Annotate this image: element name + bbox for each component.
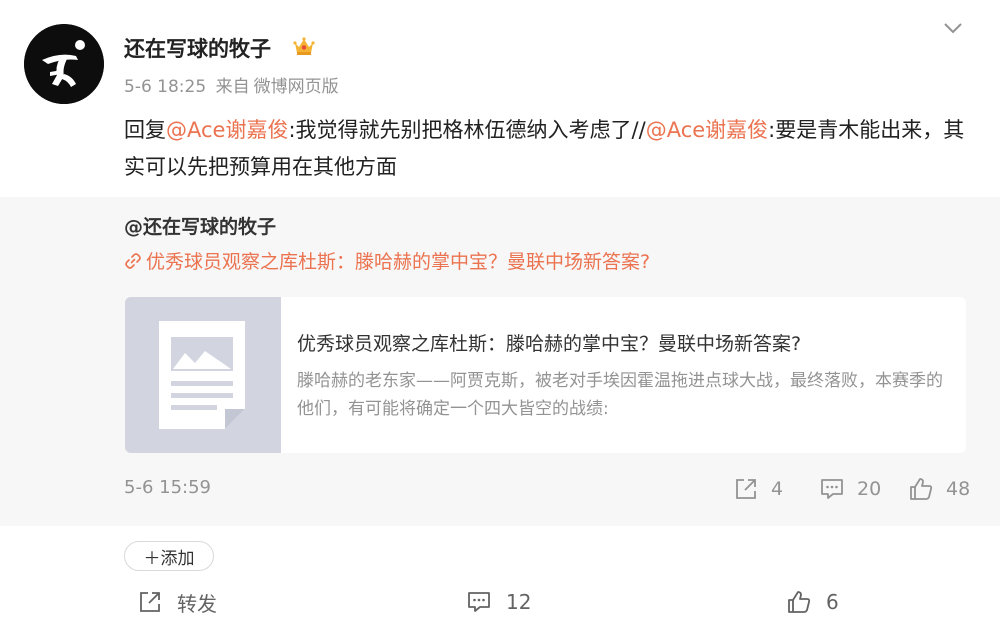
share-icon [140,592,160,612]
original-author[interactable]: @还在写球的牧子 [124,212,276,239]
article-link[interactable]: 优秀球员观察之库杜斯：滕哈赫的掌中宝？曼联中场新答案? [124,247,650,274]
avatar[interactable] [24,24,104,104]
crown-badge-icon [293,37,315,55]
thumbs-up-icon [788,591,811,613]
original-like-count: 48 [946,478,971,500]
link-icon [125,253,141,269]
chevron-down-icon[interactable] [942,20,964,36]
article-thumbnail [125,297,281,453]
comment-count: 12 [506,590,532,614]
author-name[interactable]: 还在写球的牧子 [124,33,271,63]
repost-label: 转发 [177,591,217,616]
article-title: 优秀球员观察之库杜斯：滕哈赫的掌中宝？曼联中场新答案? [297,333,802,355]
comment-icon [468,592,490,612]
reply-prefix: 回复 [124,118,166,142]
runner-logo-icon [24,24,104,104]
source-prefix: 来自 [215,77,250,97]
original-post-time[interactable]: 5-6 15:59 [124,477,211,498]
original-comment-count: 20 [857,478,882,500]
original-like-button[interactable]: 48 [908,476,970,502]
mention-link[interactable]: @Ace谢嘉俊 [166,118,288,142]
article-card[interactable]: 优秀球员观察之库杜斯：滕哈赫的掌中宝？曼联中场新答案? 滕哈赫的老东家——阿贾克… [125,297,966,453]
original-comment-button[interactable]: 20 [819,476,881,502]
article-description: 滕哈赫的老东家——阿贾克斯，被老对手埃因霍温拖进点球大战，最终落败，本赛季的他们… [297,371,943,419]
post-text: 回复@Ace谢嘉俊:我觉得就先别把格林伍德纳入考虑了//@Ace谢嘉俊:要是青木… [124,112,974,186]
post-meta: 5-6 18:25 来自 微博网页版 [124,72,343,97]
like-count: 6 [826,590,839,614]
post-time[interactable]: 5-6 18:25 [124,77,206,97]
document-placeholder-icon [125,297,281,453]
mention-link[interactable]: @Ace谢嘉俊 [646,118,768,142]
article-link-text: 优秀球员观察之库杜斯：滕哈赫的掌中宝？曼联中场新答案? [146,251,651,273]
original-repost-count: 4 [771,478,784,500]
repost-button[interactable]: 转发 [137,588,217,616]
post-source: 微博网页版 [253,77,339,97]
thumbs-up-icon [910,478,933,500]
share-icon [736,479,756,499]
comment-icon [821,479,843,499]
post-text-segment: :我觉得就先别把格林伍德纳入考虑了// [288,118,646,142]
add-button[interactable]: ＋添加 [124,541,214,571]
like-button[interactable]: 6 [786,588,839,616]
original-repost-button[interactable]: 4 [733,476,783,502]
comment-button[interactable]: 12 [466,588,531,616]
